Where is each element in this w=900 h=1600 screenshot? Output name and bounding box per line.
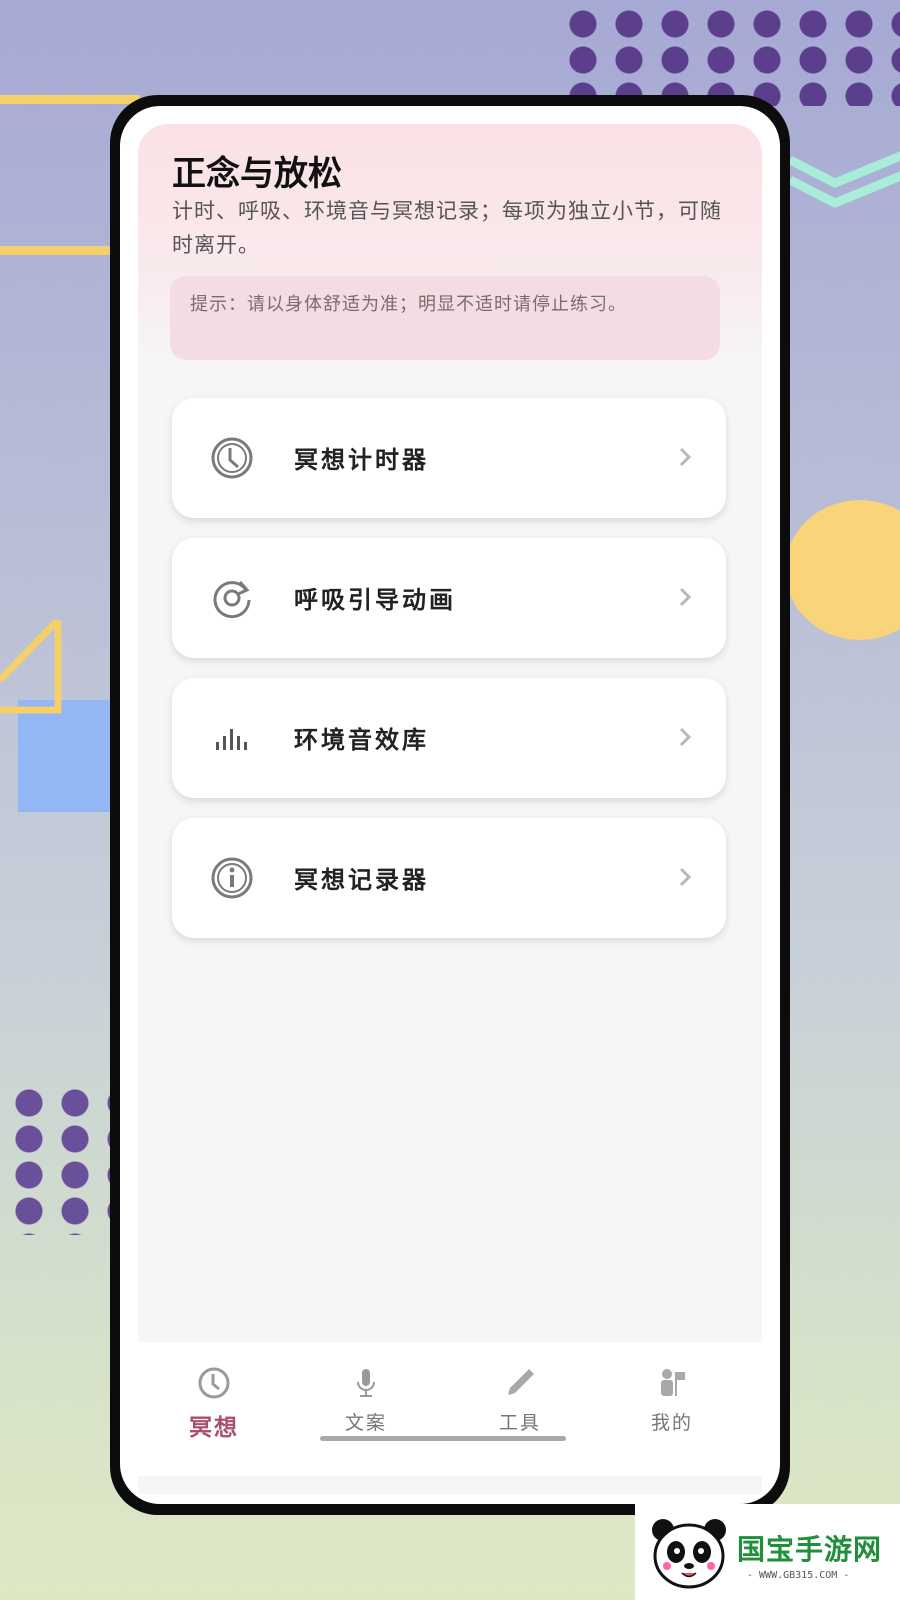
page-subtitle: 计时、呼吸、环境音与冥想记录；每项为独立小节，可随时离开。 (172, 199, 722, 257)
watermark-url: - WWW.GB315.COM - (747, 1570, 850, 1581)
tab-tools[interactable]: 工具 (460, 1366, 580, 1435)
clock-icon (211, 437, 253, 479)
menu-item-ambient-sounds[interactable]: 环境音效库 (172, 678, 726, 798)
decorative-chevron (790, 151, 900, 208)
tab-label: 工具 (498, 1412, 541, 1434)
menu-item-meditation-log[interactable]: 冥想记录器 (172, 818, 726, 938)
bottom-navigation: 冥想 文案 工具 我的 (138, 1342, 762, 1476)
tab-meditation[interactable]: 冥想 (154, 1366, 274, 1442)
menu-item-label: 环境音效库 (294, 725, 429, 754)
refresh-icon (213, 581, 251, 619)
chevron-right-icon (679, 447, 692, 467)
watermark-brand: 国宝手游网 (737, 1533, 883, 1566)
menu-item-label: 冥想记录器 (294, 865, 429, 894)
decorative-yellow-circle (785, 500, 900, 640)
audio-bars-icon (216, 729, 247, 750)
decorative-dots-bottom-left (6, 1085, 126, 1235)
person-icon (661, 1369, 685, 1396)
pencil-icon (508, 1369, 534, 1395)
page-title: 正念与放松 (172, 154, 342, 194)
chevron-right-icon (679, 727, 692, 747)
menu-item-breathing-guide[interactable]: 呼吸引导动画 (172, 538, 726, 658)
menu-item-label: 冥想计时器 (294, 445, 429, 474)
tab-copywriting[interactable]: 文案 (306, 1366, 426, 1435)
clock-icon (198, 1367, 230, 1399)
menu-item-label: 呼吸引导动画 (294, 585, 456, 614)
home-indicator[interactable] (320, 1436, 566, 1441)
tab-label: 我的 (650, 1412, 693, 1434)
tab-profile[interactable]: 我的 (612, 1366, 732, 1435)
notice-banner: 提示：请以身体舒适为准；明显不适时请停止练习。 (170, 276, 720, 360)
microphone-icon (357, 1369, 375, 1397)
info-icon (211, 857, 253, 899)
decorative-triangle (0, 620, 62, 714)
main-content: 正念与放松 计时、呼吸、环境音与冥想记录；每项为独立小节，可随时离开。 提示：请… (138, 124, 762, 1494)
decorative-dots-top-right (560, 6, 900, 106)
tab-label: 冥想 (189, 1414, 239, 1441)
watermark: 国宝手游网 - WWW.GB315.COM - (635, 1504, 900, 1600)
chevron-right-icon (679, 867, 692, 887)
tab-label: 文案 (344, 1412, 387, 1434)
phone-screen: 正念与放松 计时、呼吸、环境音与冥想记录；每项为独立小节，可随时离开。 提示：请… (120, 106, 780, 1504)
panda-logo-icon (652, 1519, 726, 1589)
chevron-right-icon (679, 587, 692, 607)
feature-menu: 冥想计时器 呼吸引导动画 环境音效库 冥想记录器 (172, 398, 726, 958)
menu-item-meditation-timer[interactable]: 冥想计时器 (172, 398, 726, 518)
